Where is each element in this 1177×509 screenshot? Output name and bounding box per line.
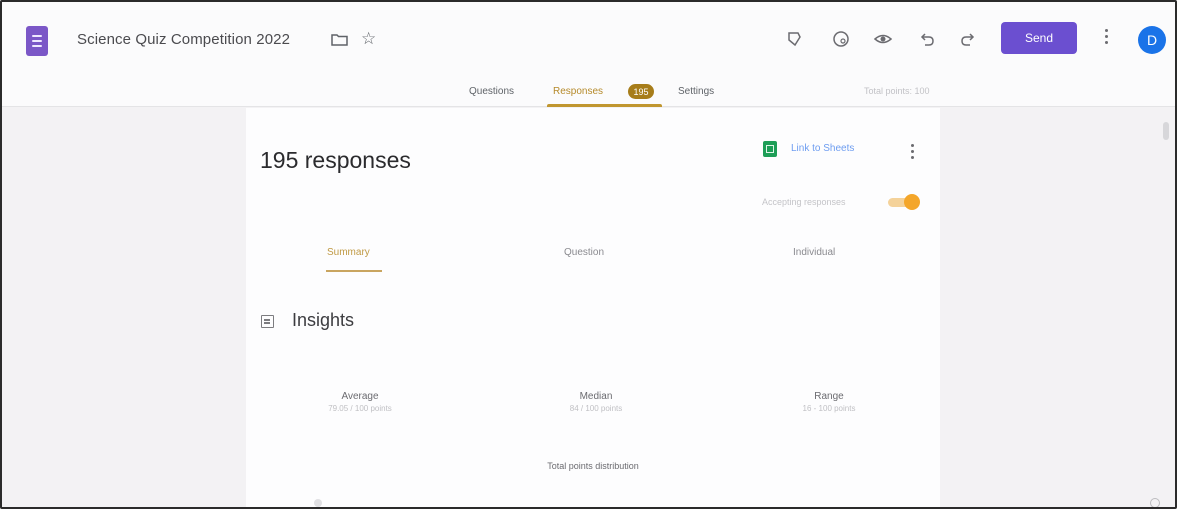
tab-responses[interactable]: Responses: [553, 86, 603, 97]
median-stat: Median 84 / 100 points: [526, 391, 666, 413]
sheets-icon[interactable]: [763, 141, 777, 157]
more-options-icon[interactable]: [1104, 27, 1108, 47]
tab-settings[interactable]: Settings: [678, 86, 714, 97]
tab-questions[interactable]: Questions: [469, 86, 514, 97]
responses-count-badge: 195: [628, 84, 654, 99]
subtab-summary[interactable]: Summary: [327, 247, 370, 258]
form-header: Science Quiz Competition 2022 ☆ Send D Q…: [2, 2, 1175, 107]
send-button[interactable]: Send: [1001, 22, 1077, 54]
preview-icon[interactable]: [873, 29, 893, 49]
avatar[interactable]: D: [1138, 26, 1166, 54]
help-icon[interactable]: [1150, 498, 1160, 507]
insights-title: Insights: [292, 310, 355, 330]
app-window: Science Quiz Competition 2022 ☆ Send D Q…: [0, 0, 1177, 509]
accepting-responses-label: Accepting responses: [762, 197, 846, 207]
total-points: Total points: 100: [864, 86, 930, 96]
toggle-knob: [904, 194, 920, 210]
scrollbar[interactable]: [1163, 122, 1169, 140]
median-value: 84 / 100 points: [569, 404, 623, 413]
undo-icon[interactable]: [917, 29, 937, 49]
redo-icon[interactable]: [958, 29, 978, 49]
star-icon[interactable]: ☆: [361, 30, 376, 48]
range-stat: Range 16 - 100 points: [759, 391, 899, 413]
active-tab-indicator: [547, 104, 662, 107]
accepting-responses-toggle[interactable]: [888, 194, 920, 210]
google-forms-icon[interactable]: [26, 26, 48, 56]
average-stat: Average 79.05 / 100 points: [290, 391, 430, 413]
subtab-indicator: [326, 270, 382, 272]
customize-theme-icon[interactable]: [784, 29, 804, 49]
palette-icon[interactable]: [831, 29, 851, 49]
link-to-sheets-button[interactable]: Link to Sheets: [791, 143, 854, 154]
responses-count: 195 responses: [260, 147, 411, 173]
responses-card: 195 responses Link to Sheets Accepting r…: [246, 108, 940, 507]
average-value: 79.05 / 100 points: [328, 404, 392, 413]
subtab-individual[interactable]: Individual: [793, 247, 835, 258]
range-value: 16 - 100 points: [802, 404, 856, 413]
total-points-distribution-title: Total points distribution: [547, 461, 639, 471]
chart-marker: [314, 499, 322, 507]
form-title[interactable]: Science Quiz Competition 2022: [77, 31, 290, 48]
range-label: Range: [814, 391, 844, 402]
responses-more-icon[interactable]: [910, 143, 914, 161]
median-label: Median: [579, 391, 613, 402]
form-tabs: Questions Responses 195 Settings Total p…: [2, 80, 1175, 107]
average-label: Average: [341, 391, 379, 402]
insights-icon: [261, 315, 274, 328]
subtab-question[interactable]: Question: [564, 247, 604, 258]
move-to-folder-icon[interactable]: [331, 33, 348, 46]
